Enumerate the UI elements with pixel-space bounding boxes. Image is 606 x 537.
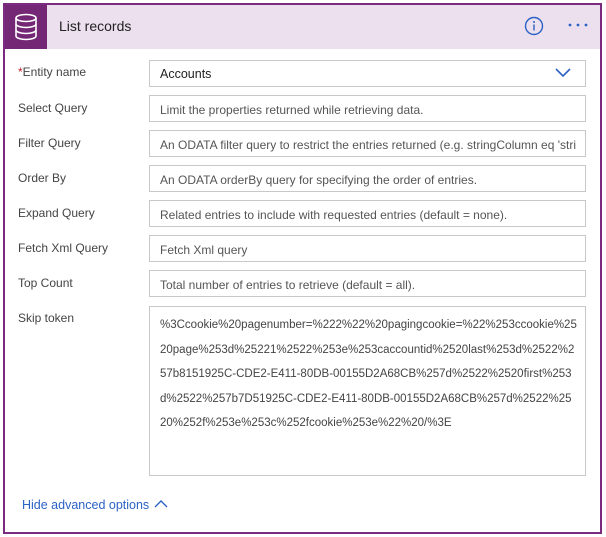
card-title: List records xyxy=(59,18,132,34)
entity-name-value: Accounts xyxy=(160,67,212,81)
fetch-xml-label: Fetch Xml Query xyxy=(18,241,109,255)
entity-name-label: *Entity name xyxy=(18,65,86,79)
ellipsis-icon[interactable] xyxy=(566,15,590,35)
info-icon[interactable] xyxy=(524,16,544,36)
action-card: List records *Entity name Accounts Selec… xyxy=(3,3,602,534)
filter-query-input[interactable]: An ODATA filter query to restrict the en… xyxy=(149,130,586,157)
card-header[interactable]: List records xyxy=(5,5,600,49)
skip-token-input[interactable]: %3Ccookie%20pagenumber=%222%22%20pagingc… xyxy=(149,306,586,476)
filter-query-label: Filter Query xyxy=(18,136,81,150)
chevron-up-icon[interactable] xyxy=(154,499,168,509)
hide-advanced-options-link[interactable]: Hide advanced options xyxy=(22,498,149,512)
entity-name-label-text: Entity name xyxy=(22,65,87,79)
select-query-label: Select Query xyxy=(18,101,88,115)
top-count-label: Top Count xyxy=(18,276,73,290)
fetch-xml-input[interactable]: Fetch Xml query xyxy=(149,235,586,262)
order-by-label: Order By xyxy=(18,171,67,185)
expand-query-input[interactable]: Related entries to include with requeste… xyxy=(149,200,586,227)
chevron-down-icon xyxy=(555,68,571,78)
skip-token-label: Skip token xyxy=(18,311,75,325)
top-count-input[interactable]: Total number of entries to retrieve (def… xyxy=(149,270,586,297)
select-query-input[interactable]: Limit the properties returned while retr… xyxy=(149,95,586,122)
database-icon xyxy=(5,5,47,49)
entity-name-select[interactable]: Accounts xyxy=(149,60,586,87)
expand-query-label: Expand Query xyxy=(18,206,95,220)
order-by-input[interactable]: An ODATA orderBy query for specifying th… xyxy=(149,165,586,192)
